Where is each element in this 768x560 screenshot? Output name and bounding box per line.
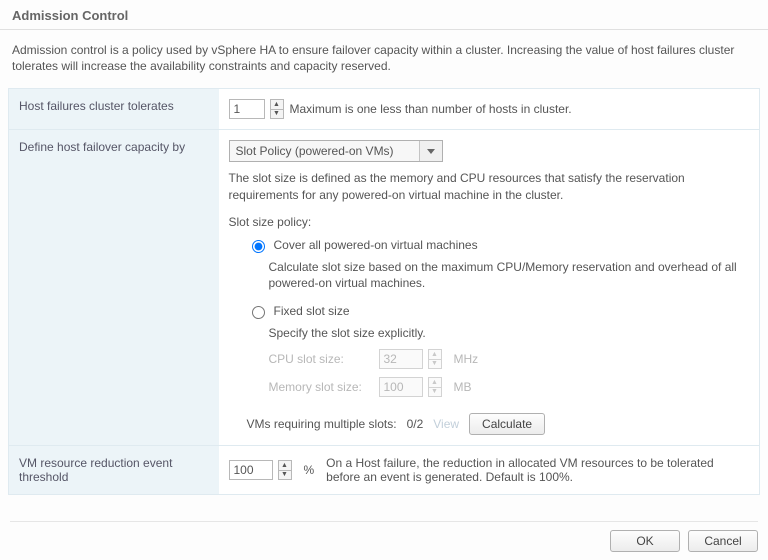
mem-slot-unit: MB <box>454 380 472 394</box>
cancel-button[interactable]: Cancel <box>688 530 758 552</box>
host-failures-stepper[interactable]: ▲ ▼ <box>270 99 284 119</box>
calculate-button[interactable]: Calculate <box>469 413 545 435</box>
radio-cover-all[interactable] <box>252 240 265 253</box>
ok-button[interactable]: OK <box>610 530 680 552</box>
vm-reduction-hint: On a Host failure, the reduction in allo… <box>326 456 746 484</box>
fixed-slot-fields: CPU slot size: ▲ ▼ MHz Memory slot size: <box>269 349 750 397</box>
host-failures-hint: Maximum is one less than number of hosts… <box>290 102 572 116</box>
cpu-slot-input <box>379 349 423 369</box>
vm-reduction-label: VM resource reduction event threshold <box>9 446 219 495</box>
slot-desc: The slot size is defined as the memory a… <box>229 170 750 202</box>
radio-fixed-slot-desc: Specify the slot size explicitly. <box>269 325 750 341</box>
spinner-down-icon: ▼ <box>428 359 442 369</box>
radio-fixed-slot-label: Fixed slot size <box>274 304 350 318</box>
settings-table: Host failures cluster tolerates ▲ ▼ Maxi… <box>8 88 760 495</box>
cpu-slot-label: CPU slot size: <box>269 352 373 366</box>
mem-slot-label: Memory slot size: <box>269 380 373 394</box>
spinner-up-icon: ▲ <box>428 377 442 387</box>
spinner-up-icon[interactable]: ▲ <box>270 99 284 109</box>
slot-policy-heading: Slot size policy: <box>229 215 750 229</box>
section-title: Admission Control <box>0 0 768 30</box>
vm-reduction-stepper[interactable]: ▲ ▼ <box>278 460 292 480</box>
mem-slot-input <box>379 377 423 397</box>
intro-text: Admission control is a policy used by vS… <box>0 30 768 88</box>
dropdown-button[interactable] <box>420 141 442 161</box>
host-failures-input[interactable] <box>229 99 265 119</box>
multi-slots-value: 0/2 <box>407 417 424 431</box>
failover-capacity-select[interactable]: Slot Policy (powered-on VMs) <box>229 140 443 162</box>
cpu-slot-unit: MHz <box>454 352 479 366</box>
failover-capacity-selected: Slot Policy (powered-on VMs) <box>230 141 420 161</box>
view-link: View <box>433 417 459 431</box>
spinner-up-icon[interactable]: ▲ <box>278 460 292 470</box>
chevron-down-icon <box>427 149 435 154</box>
radio-cover-all-label: Cover all powered-on virtual machines <box>274 238 478 252</box>
vm-reduction-unit: % <box>304 463 315 477</box>
spinner-down-icon[interactable]: ▼ <box>270 109 284 119</box>
multi-slots-label: VMs requiring multiple slots: <box>247 417 397 431</box>
spinner-down-icon[interactable]: ▼ <box>278 470 292 480</box>
vm-reduction-input[interactable] <box>229 460 273 480</box>
host-failures-label: Host failures cluster tolerates <box>9 89 219 130</box>
dialog-footer: OK Cancel <box>10 521 758 552</box>
cpu-slot-stepper: ▲ ▼ <box>428 349 442 369</box>
failover-capacity-label: Define host failover capacity by <box>9 130 219 446</box>
spinner-up-icon: ▲ <box>428 349 442 359</box>
mem-slot-stepper: ▲ ▼ <box>428 377 442 397</box>
radio-cover-all-desc: Calculate slot size based on the maximum… <box>269 259 750 291</box>
radio-fixed-slot[interactable] <box>252 306 265 319</box>
spinner-down-icon: ▼ <box>428 387 442 397</box>
